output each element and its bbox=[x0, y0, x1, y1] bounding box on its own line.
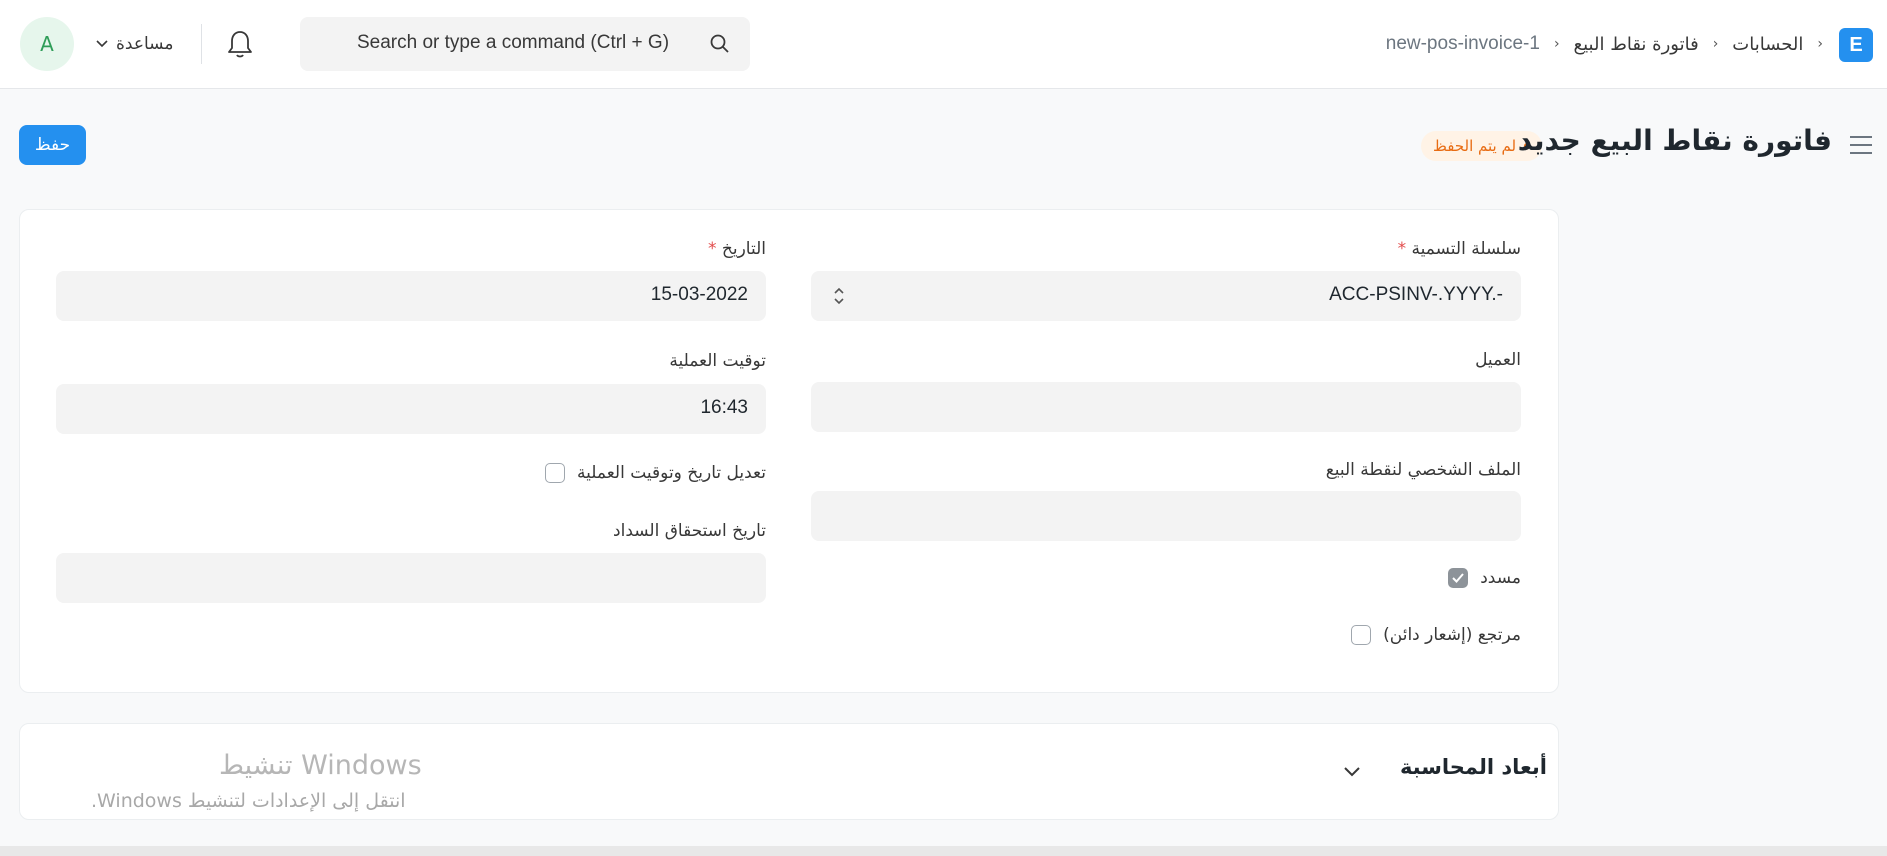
windows-activation-subtitle: انتقل إلى الإعدادات لتنشيط Windows. bbox=[91, 790, 406, 812]
search-bar[interactable]: Search or type a command (Ctrl + G) bbox=[300, 17, 750, 71]
help-dropdown[interactable]: مساعدة bbox=[96, 30, 173, 58]
breadcrumb-accounts[interactable]: الحسابات bbox=[1732, 34, 1803, 55]
is-paid-checkbox-row[interactable]: مسدد bbox=[1448, 568, 1521, 588]
app-logo[interactable]: E bbox=[1839, 28, 1873, 62]
search-input[interactable]: Search or type a command (Ctrl + G) bbox=[357, 32, 669, 54]
notification-bell-icon[interactable] bbox=[226, 29, 254, 59]
breadcrumb-chevron-icon: › bbox=[1712, 36, 1719, 52]
select-arrows-icon bbox=[833, 285, 845, 307]
posting-time-value: 16:43 bbox=[700, 397, 748, 418]
due-date-field[interactable] bbox=[56, 553, 766, 603]
edit-posting-checkbox[interactable] bbox=[545, 463, 566, 483]
page-title: فاتورة نقاط البيع جديد bbox=[1517, 124, 1832, 157]
breadcrumb-current: new-pos-invoice-1 bbox=[1385, 33, 1540, 54]
required-marker: * bbox=[1397, 239, 1407, 259]
check-icon bbox=[1452, 573, 1464, 583]
section-title[interactable]: أبعاد المحاسبة bbox=[1400, 755, 1547, 779]
status-text: لم يتم الحفظ bbox=[1433, 137, 1517, 155]
customer-label: العميل bbox=[1475, 350, 1521, 370]
is-return-label: مرتجع (إشعار دائن) bbox=[1383, 625, 1521, 645]
naming-series-value: ACC-PSINV-.YYYY.- bbox=[1329, 284, 1503, 305]
naming-series-label-text: سلسلة التسمية bbox=[1411, 239, 1521, 259]
chevron-down-icon[interactable] bbox=[1341, 760, 1363, 782]
posting-time-label: توقيت العملية bbox=[669, 351, 766, 371]
horizontal-scrollbar[interactable] bbox=[0, 846, 1887, 856]
help-label: مساعدة bbox=[116, 34, 174, 54]
edit-posting-label: تعديل تاريخ وتوقيت العملية bbox=[577, 463, 766, 483]
breadcrumb: › الحسابات › فاتورة نقاط البيع › new-pos… bbox=[1386, 30, 1823, 58]
naming-series-label: سلسلة التسمية * bbox=[1398, 239, 1521, 259]
pos-profile-label: الملف الشخصي لنقطة البيع bbox=[1325, 460, 1521, 480]
is-paid-label: مسدد bbox=[1480, 568, 1521, 588]
posting-date-field[interactable]: 15-03-2022 bbox=[56, 271, 766, 321]
customer-field[interactable] bbox=[811, 382, 1521, 432]
navbar: A مساعدة Search or type a command (Ctrl … bbox=[0, 0, 1887, 89]
posting-time-field[interactable]: 16:43 bbox=[56, 384, 766, 434]
navbar-divider bbox=[201, 24, 202, 64]
required-marker: * bbox=[707, 239, 717, 259]
breadcrumb-pos-invoice[interactable]: فاتورة نقاط البيع bbox=[1574, 34, 1699, 55]
posting-date-label: التاريخ * bbox=[708, 239, 766, 259]
user-avatar[interactable]: A bbox=[20, 17, 74, 71]
posting-date-label-text: التاريخ bbox=[721, 239, 766, 259]
search-icon bbox=[709, 33, 731, 55]
due-date-label: تاريخ استحقاق السداد bbox=[613, 521, 766, 541]
is-return-checkbox-row[interactable]: مرتجع (إشعار دائن) bbox=[1351, 625, 1521, 645]
chevron-down-icon bbox=[96, 37, 108, 51]
sidebar-toggle-icon[interactable] bbox=[1849, 135, 1873, 155]
is-return-checkbox[interactable] bbox=[1351, 625, 1372, 645]
pos-profile-field[interactable] bbox=[811, 491, 1521, 541]
windows-activation-title: تنشيط Windows bbox=[219, 750, 422, 781]
breadcrumb-chevron-icon: › bbox=[1553, 36, 1560, 52]
is-paid-checkbox[interactable] bbox=[1448, 568, 1469, 588]
breadcrumb-chevron-icon: › bbox=[1817, 36, 1823, 52]
naming-series-select[interactable]: ACC-PSINV-.YYYY.- bbox=[811, 271, 1521, 321]
posting-date-value: 15-03-2022 bbox=[650, 284, 748, 305]
save-button[interactable]: حفظ bbox=[19, 125, 86, 165]
edit-posting-checkbox-row[interactable]: تعديل تاريخ وتوقيت العملية bbox=[545, 463, 766, 483]
